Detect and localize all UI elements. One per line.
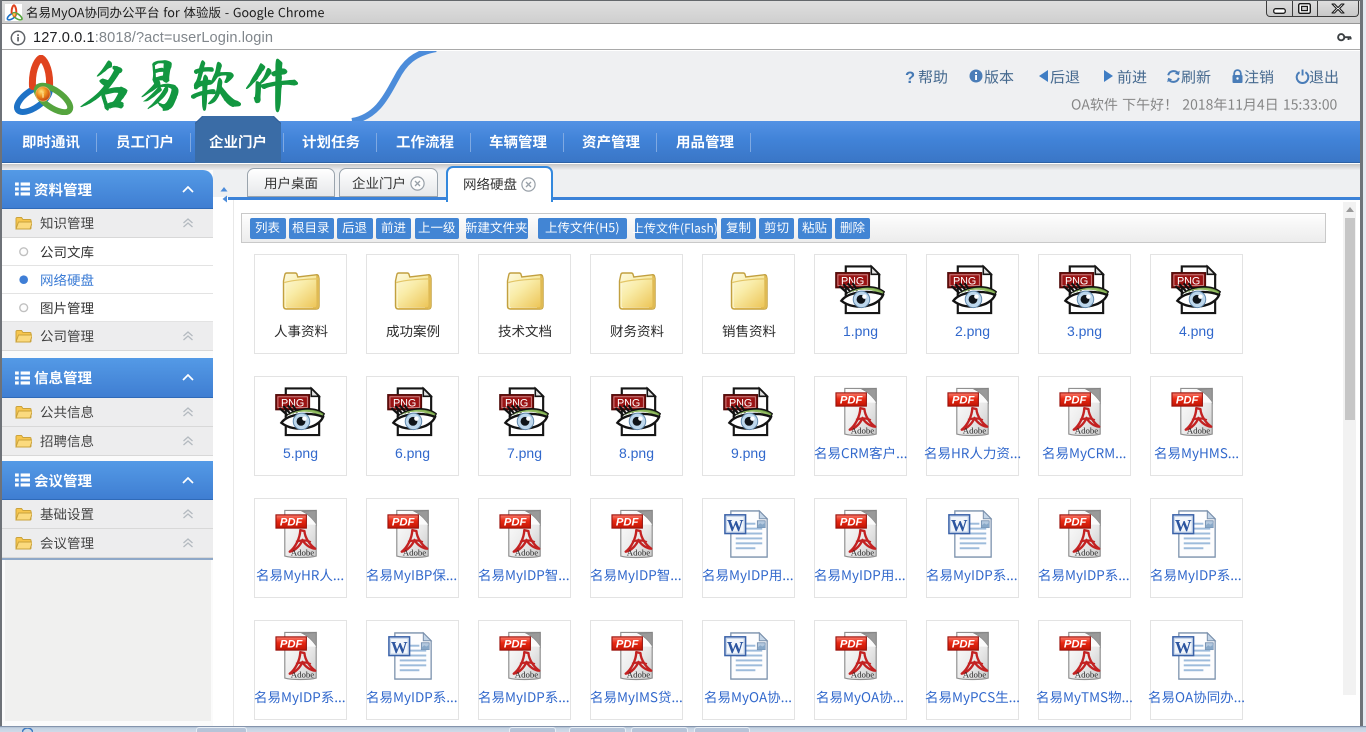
svg-text:?: ? [905,69,915,86]
